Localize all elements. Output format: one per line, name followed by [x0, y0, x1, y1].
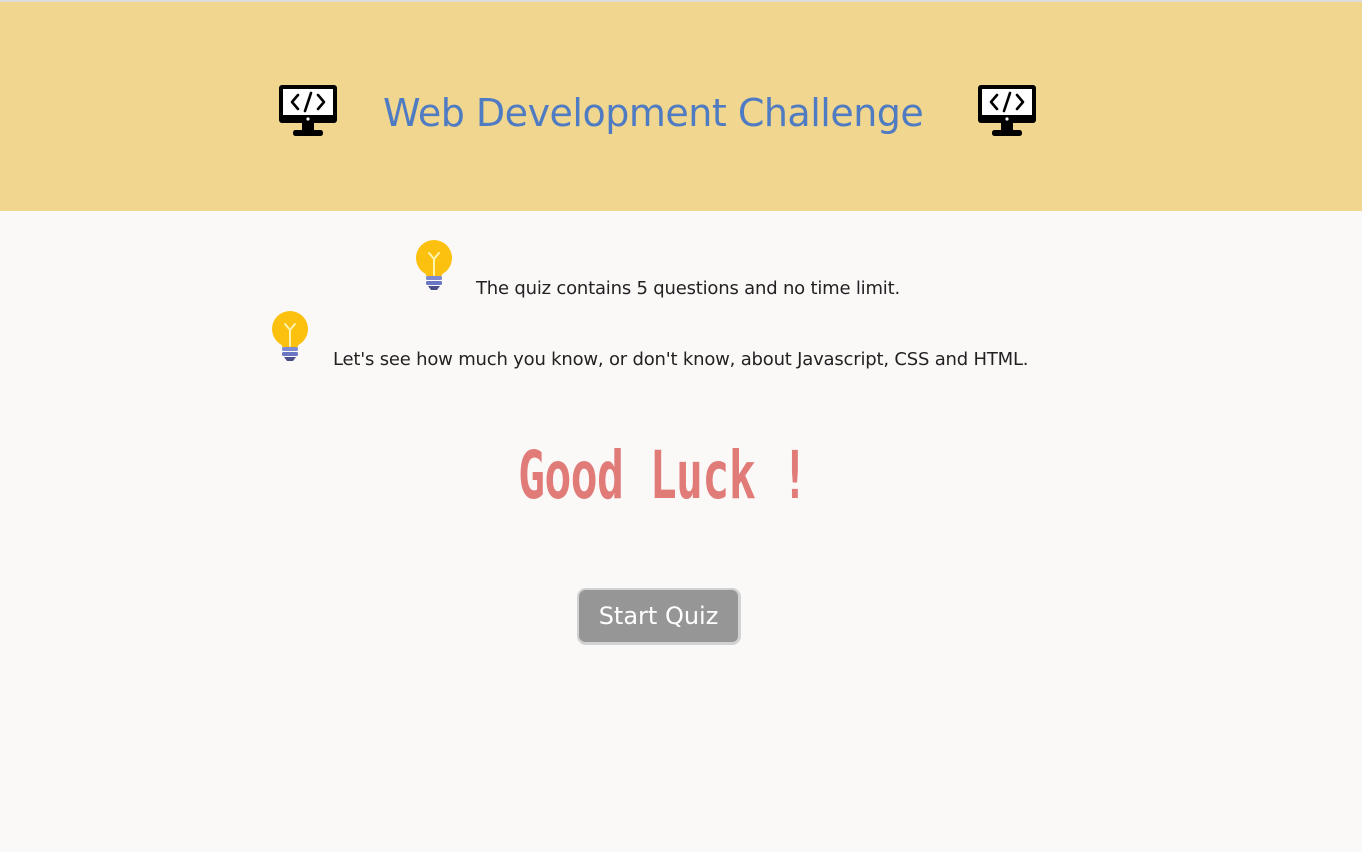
start-quiz-button[interactable]: Start Quiz [577, 588, 741, 645]
page-title: Web Development Challenge [383, 91, 924, 135]
lightbulb-icon [269, 310, 311, 364]
lightbulb-icon [413, 239, 455, 293]
quiz-info-text: The quiz contains 5 questions and no tim… [476, 278, 900, 299]
code-monitor-icon [977, 84, 1037, 140]
good-luck-heading: Good Luck ! [518, 437, 808, 514]
code-monitor-icon [278, 84, 338, 140]
quiz-topic-text: Let's see how much you know, or don't kn… [333, 349, 1029, 370]
